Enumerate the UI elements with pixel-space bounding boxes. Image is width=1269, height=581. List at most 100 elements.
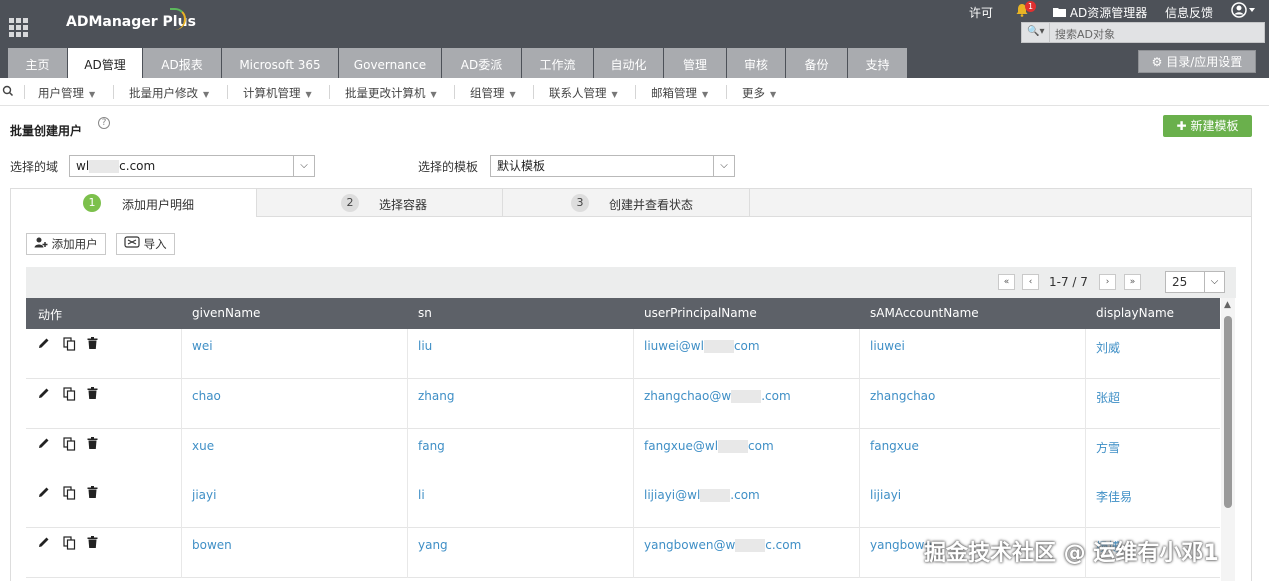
tab-ad-reports[interactable]: AD报表 — [143, 48, 221, 78]
app-grid-icon[interactable] — [9, 18, 28, 37]
scrollbar-thumb[interactable] — [1224, 316, 1232, 508]
cell-samaccountname[interactable]: lijiayi — [870, 488, 901, 502]
subnav-bulk-computer-modify[interactable]: 批量更改计算机 ▼ — [345, 85, 437, 101]
subnav-computer-management[interactable]: 计算机管理 ▼ — [243, 85, 312, 101]
column-divider — [859, 528, 860, 578]
template-select[interactable]: 默认模板 ⌵ — [490, 155, 735, 177]
cell-upn[interactable]: lijiayi@wl .com — [644, 488, 760, 502]
column-header-givenname[interactable]: givenName — [192, 306, 260, 320]
delete-icon[interactable] — [87, 387, 98, 403]
tab-admin[interactable]: 管理 — [664, 48, 726, 78]
help-icon[interactable]: ? — [98, 117, 110, 129]
subnav-user-management[interactable]: 用户管理 ▼ — [38, 85, 95, 101]
cell-upn[interactable]: yangbowen@w c.com — [644, 538, 801, 552]
feedback-link[interactable]: 信息反馈 — [1165, 4, 1213, 20]
chevron-down-icon[interactable]: ⌵ — [293, 156, 314, 176]
step-select-container[interactable]: 2 选择容器 — [257, 189, 503, 217]
cell-givenname[interactable]: chao — [192, 389, 221, 403]
cell-samaccountname[interactable]: zhangchao — [870, 389, 935, 403]
first-page-icon[interactable]: « — [998, 274, 1015, 290]
table-row: jiayi li lijiayi@wl .com lijiayi 李佳易 — [26, 478, 1220, 528]
tab-governance[interactable]: Governance — [339, 48, 441, 78]
cell-givenname[interactable]: xue — [192, 439, 214, 453]
tab-backup[interactable]: 备份 — [786, 48, 847, 78]
directory-settings-button[interactable]: ⚙ 目录/应用设置 — [1138, 50, 1256, 73]
cell-sn[interactable]: li — [418, 488, 425, 502]
chevron-down-icon[interactable]: ⌵ — [1204, 272, 1224, 292]
copy-icon[interactable] — [63, 536, 76, 554]
copy-icon[interactable] — [63, 387, 76, 405]
tab-automation[interactable]: 自动化 — [594, 48, 663, 78]
cell-displayname[interactable]: 张超 — [1096, 389, 1120, 406]
column-header-samaccountname[interactable]: sAMAccountName — [870, 306, 979, 320]
edit-icon[interactable] — [38, 486, 50, 502]
cell-samaccountname[interactable]: liuwei — [870, 339, 905, 353]
delete-icon[interactable] — [87, 337, 98, 353]
cell-sn[interactable]: zhang — [418, 389, 454, 403]
cell-givenname[interactable]: bowen — [192, 538, 232, 552]
app-logo[interactable]: ADManager Plus — [66, 8, 196, 30]
copy-icon[interactable] — [63, 486, 76, 504]
delete-icon[interactable] — [87, 536, 98, 552]
ad-object-search[interactable]: 🔍▾ 搜索AD对象 — [1021, 22, 1265, 43]
column-header-upn[interactable]: userPrincipalName — [644, 306, 757, 320]
cell-displayname[interactable]: 李佳易 — [1096, 488, 1132, 505]
scroll-up-icon[interactable]: ▲ — [1224, 300, 1231, 310]
cell-sn[interactable]: yang — [418, 538, 448, 552]
tab-workflow[interactable]: 工作流 — [522, 48, 593, 78]
import-button[interactable]: 导入 — [116, 233, 175, 255]
upn-suffix: c.com — [765, 538, 802, 552]
cell-samaccountname[interactable]: yangbowe — [870, 538, 932, 552]
tab-ad-management[interactable]: AD管理 — [68, 48, 142, 78]
cell-samaccountname[interactable]: fangxue — [870, 439, 919, 453]
cell-displayname[interactable]: 刘威 — [1096, 339, 1120, 356]
subnav-more[interactable]: 更多 ▼ — [742, 85, 776, 101]
step-add-user-details[interactable]: 1 添加用户明细 — [11, 189, 257, 217]
cell-givenname[interactable]: jiayi — [192, 488, 216, 502]
edit-icon[interactable] — [38, 387, 50, 403]
edit-icon[interactable] — [38, 437, 50, 453]
edit-icon[interactable] — [38, 536, 50, 552]
add-user-button[interactable]: 添加用户 — [26, 233, 106, 255]
search-tool-icon[interactable] — [2, 85, 16, 100]
search-icon[interactable]: 🔍▾ — [1027, 26, 1044, 37]
cell-givenname[interactable]: wei — [192, 339, 213, 353]
tab-microsoft-365[interactable]: Microsoft 365 — [222, 48, 338, 78]
copy-icon[interactable] — [63, 337, 76, 355]
tab-audit[interactable]: 审核 — [727, 48, 785, 78]
step-create-and-view-status[interactable]: 3 创建并查看状态 — [503, 189, 750, 217]
delete-icon[interactable] — [87, 486, 98, 502]
previous-page-icon[interactable]: ‹ — [1022, 274, 1039, 290]
license-link[interactable]: 许可 — [969, 4, 993, 20]
tab-home[interactable]: 主页 — [8, 48, 67, 78]
subnav-bulk-user-modify[interactable]: 批量用户修改 ▼ — [129, 85, 209, 101]
table-scrollbar[interactable]: ▲ — [1221, 298, 1235, 581]
cell-sn[interactable]: fang — [418, 439, 445, 453]
ad-explorer-link[interactable]: AD资源管理器 — [1053, 4, 1147, 20]
column-header-action: 动作 — [38, 308, 63, 322]
cell-upn[interactable]: fangxue@wl com — [644, 439, 774, 453]
next-page-icon[interactable]: › — [1099, 274, 1116, 290]
page-size-select[interactable]: 25 ⌵ — [1165, 271, 1225, 293]
tab-ad-delegation[interactable]: AD委派 — [442, 48, 521, 78]
user-account-icon[interactable] — [1231, 2, 1257, 18]
template-value: 默认模板 — [497, 159, 546, 173]
cell-upn[interactable]: liuwei@wl com — [644, 339, 760, 353]
last-page-icon[interactable]: » — [1124, 274, 1141, 290]
copy-icon[interactable] — [63, 437, 76, 455]
tab-support[interactable]: 支持 — [848, 48, 907, 78]
column-header-displayname[interactable]: displayName — [1096, 306, 1174, 320]
domain-select[interactable]: wl c.com ⌵ — [69, 155, 315, 177]
delete-icon[interactable] — [87, 437, 98, 453]
edit-icon[interactable] — [38, 337, 50, 353]
cell-displayname[interactable]: 方雪 — [1096, 439, 1120, 456]
cell-sn[interactable]: liu — [418, 339, 432, 353]
subnav-mailbox-management[interactable]: 邮箱管理 ▼ — [651, 85, 708, 101]
subnav-contact-management[interactable]: 联系人管理 ▼ — [549, 85, 618, 101]
subnav-group-management[interactable]: 组管理 ▼ — [470, 85, 516, 101]
column-header-sn[interactable]: sn — [418, 306, 432, 320]
cell-upn[interactable]: zhangchao@w .com — [644, 389, 791, 403]
search-input[interactable]: 搜索AD对象 — [1055, 26, 1115, 42]
chevron-down-icon[interactable]: ⌵ — [713, 156, 734, 176]
new-template-button[interactable]: ✚ 新建模板 — [1163, 115, 1252, 137]
